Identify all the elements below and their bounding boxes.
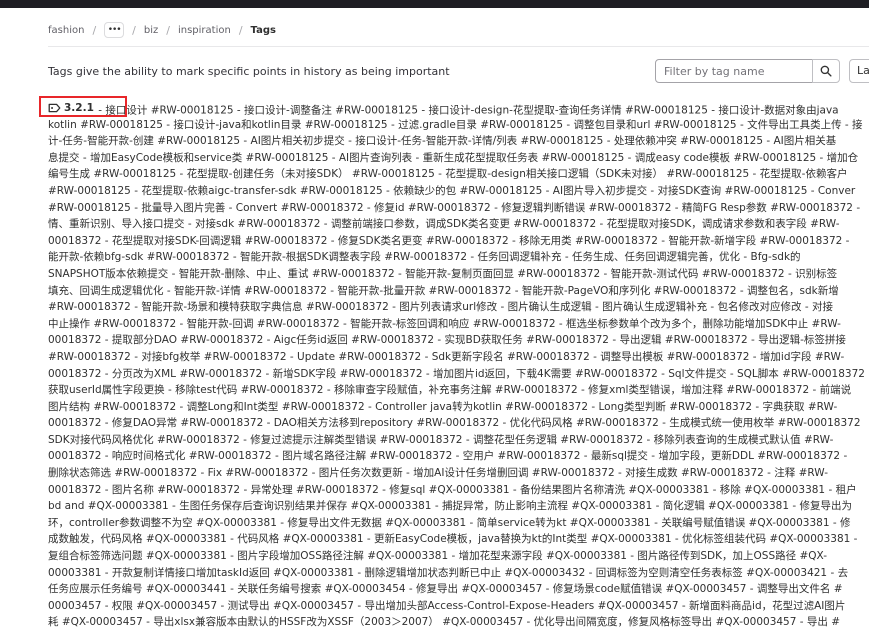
breadcrumb-item-inspiration[interactable]: inspiration xyxy=(178,25,231,36)
release-line: 00018372 - 响应时间格式化 #RW-00018372 - 图片域名路径… xyxy=(48,450,848,463)
release-line: 环，controller参数调整不为空 #QX-00003381 - 修复导出文… xyxy=(48,516,851,529)
release-line: 成数触发，代码风格 #QX-00003381 - 代码风格 #QX-000033… xyxy=(48,533,858,546)
tag-highlight-annotation xyxy=(39,96,127,117)
top-navigation-bar xyxy=(0,0,869,8)
breadcrumb-separator: / xyxy=(92,23,97,37)
release-line: 00018372 - 图片名称 #RW-00018372 - 异常处理 #RW-… xyxy=(48,483,857,496)
breadcrumb-current-page: Tags xyxy=(250,24,276,36)
release-line: 删除状态筛选 #RW-00018372 - Fix #RW-00018372 -… xyxy=(48,467,829,480)
release-line: 00018372 - 分页改为XML #RW-00018372 - 新增SDK字… xyxy=(48,367,865,380)
breadcrumb-separator: / xyxy=(238,23,243,37)
release-line: kotlin #RW-00018125 - 接口设计-java和kotlin目录… xyxy=(48,118,863,131)
release-line: bd and #QX-00003381 - 生图任务保存后查询识别结果并保存 #… xyxy=(48,500,852,513)
release-line: 00018372 - 修复DAO异常 #RW-00018372 - DAO相关方… xyxy=(48,417,861,430)
release-line: 任务应展示任务编号 #QX-00003441 - 关联任务编号搜索 #QX-00… xyxy=(48,583,843,596)
breadcrumb: fashion / ••• / biz / inspiration / Tags xyxy=(48,20,276,40)
breadcrumb-item-biz[interactable]: biz xyxy=(144,25,158,36)
release-line: 耗 #QX-00003457 - 导出xlsx兼容版本由默认的HSSF改为XSS… xyxy=(48,616,841,629)
release-line: #RW-00018125 - 花型提取-依赖aigc-transfer-sdk … xyxy=(48,184,856,197)
release-line: 00018372 - 提取部分DAO #RW-00018372 - Aigc任务… xyxy=(48,334,846,347)
release-line: 填充、回调生成逻辑优化 - 智能开款-详情 #RW-00018372 - 智能开… xyxy=(48,284,839,297)
release-line: 编号生成 #RW-00018125 - 花型提取-创建任务（未对接SDK） #R… xyxy=(48,168,848,181)
release-line: 00018372 - 花型提取对接SDK-回调逻辑 #RW-00018372 -… xyxy=(48,234,850,247)
release-line: 能开款-依赖bfg-sdk #RW-00018372 - 智能开款-根据SDK调… xyxy=(48,251,801,264)
page-description: Tags give the ability to mark specific p… xyxy=(48,65,450,78)
release-line: 00003457 - 权限 #QX-00003457 - 测试导出 #QX-00… xyxy=(48,599,846,612)
search-icon xyxy=(820,65,832,77)
breadcrumb-more-button[interactable]: ••• xyxy=(104,22,125,38)
release-line: 情、重新识别、导入接口提交 - 对接sdk #RW-00018372 - 调整前… xyxy=(48,218,840,231)
header-divider xyxy=(48,46,869,47)
breadcrumb-separator: / xyxy=(132,23,136,37)
release-line-text: - 接口设计 #RW-00018125 - 接口设计-调整备注 #RW-0001… xyxy=(94,104,839,117)
release-line: SNAPSHOT版本依赖提交 - 智能开款-删除、中止、重试 #RW-00018… xyxy=(48,267,838,280)
release-line: 复组合标签筛选问题 #QX-00003381 - 图片字段增加OSS路径注解 #… xyxy=(48,550,827,563)
tag-release-notes: 3.2.1 - 接口设计 #RW-00018125 - 接口设计-调整备注 #R… xyxy=(48,100,869,631)
release-line: #RW-00018372 - 智能开款-场景和模特获取字典信息 #RW-0001… xyxy=(48,301,834,314)
sort-dropdown[interactable]: La xyxy=(849,59,869,83)
release-line: SDK对接代码风格优化 #RW-00018372 - 修复过滤提示注解类型错误 … xyxy=(48,433,834,446)
release-line: 00003381 - 开款复制详情接口增加taskId返回 #QX-000033… xyxy=(48,566,849,579)
release-line: 中止操作 #RW-00018372 - 智能开款-回调 #RW-00018372… xyxy=(48,317,841,330)
release-line: 获取userId属性字段更换 - 移除test代码 #RW-00018372 -… xyxy=(48,384,852,397)
release-line: 计-任务-智能开款-创建 #RW-00018125 - AI图片相关初步提交 -… xyxy=(48,135,837,148)
release-line: 图片结构 #RW-00018372 - 调整Long和Int类型 #RW-000… xyxy=(48,400,838,413)
breadcrumb-separator: / xyxy=(166,23,170,37)
release-line: #RW-00018372 - 对接bfg枚举 #RW-00018372 - Up… xyxy=(48,350,845,363)
filter-tag-input[interactable] xyxy=(655,59,813,83)
release-line: #RW-00018125 - 批量导入图片完善 - Convert #RW-00… xyxy=(48,201,861,214)
release-line: 3.2.1 - 接口设计 #RW-00018125 - 接口设计-调整备注 #R… xyxy=(48,100,869,117)
search-button[interactable] xyxy=(812,59,840,83)
breadcrumb-item-fashion[interactable]: fashion xyxy=(48,25,84,36)
release-line: 息提交 - 增加EasyCode模板和service类 #RW-00018125… xyxy=(48,151,859,164)
